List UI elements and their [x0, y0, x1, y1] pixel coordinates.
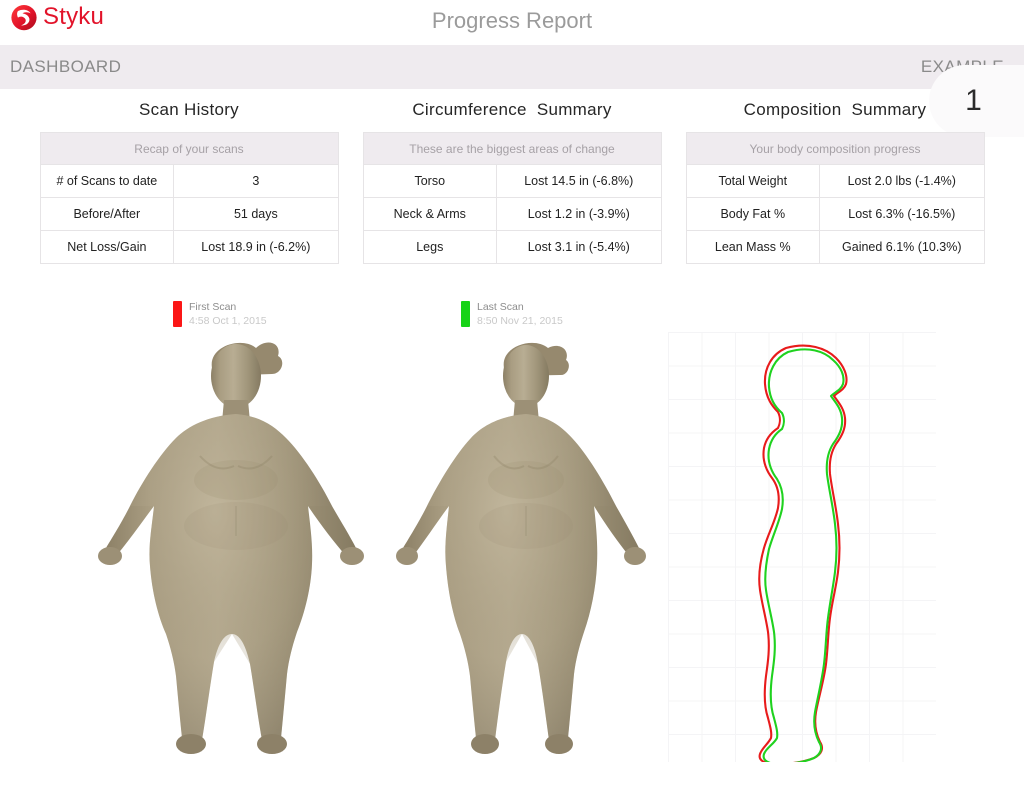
- table-subtitle: These are the biggest areas of change: [362, 132, 662, 165]
- row-label: Neck & Arms: [362, 197, 498, 231]
- legend-first-scan: First Scan 4:58 Oct 1, 2015: [173, 301, 267, 329]
- table-row: # of Scans to date 3: [39, 164, 339, 198]
- last-scan-color-swatch: [461, 301, 470, 327]
- row-value: Gained 6.1% (10.3%): [819, 230, 985, 264]
- body-avatar-icon: [98, 342, 364, 754]
- row-value: 51 days: [173, 197, 339, 231]
- last-scan-body-model[interactable]: [380, 330, 660, 760]
- last-scan-label: Last Scan: [477, 301, 524, 313]
- top-bar: Styku Progress Report: [0, 0, 1024, 45]
- last-scan-silhouette-outline: [762, 348, 845, 762]
- card-circumference-summary: Circumference Summary These are the bigg…: [362, 100, 662, 264]
- silhouette-comparison-panel[interactable]: [668, 332, 936, 762]
- table-row: Body Fat % Lost 6.3% (-16.5%): [685, 197, 985, 231]
- row-label: Body Fat %: [685, 197, 821, 231]
- card-scan-history: Scan History Recap of your scans # of Sc…: [39, 100, 339, 264]
- table-row: Net Loss/Gain Lost 18.9 in (-6.2%): [39, 230, 339, 264]
- first-scan-silhouette-outline: [758, 344, 848, 762]
- summary-cards: Scan History Recap of your scans # of Sc…: [0, 100, 1024, 264]
- card-title: Composition Summary: [743, 100, 927, 119]
- row-value: Lost 1.2 in (-3.9%): [496, 197, 662, 231]
- row-label: Torso: [362, 164, 498, 198]
- row-value: Lost 6.3% (-16.5%): [819, 197, 985, 231]
- row-label: Legs: [362, 230, 498, 264]
- row-value: Lost 14.5 in (-6.8%): [496, 164, 662, 198]
- silhouette-overlay-chart: [758, 344, 848, 762]
- table-subtitle-row: Recap of your scans: [39, 132, 339, 165]
- nav-item-dashboard[interactable]: DASHBOARD: [10, 57, 121, 77]
- page-title: Progress Report: [431, 8, 593, 33]
- nav-strip: DASHBOARD EXAMPLE 1: [0, 45, 1024, 137]
- table-subtitle-row: Your body composition progress: [685, 132, 985, 165]
- table-row: Neck & Arms Lost 1.2 in (-3.9%): [362, 197, 662, 231]
- row-label: # of Scans to date: [39, 164, 175, 198]
- row-value: Lost 3.1 in (-5.4%): [496, 230, 662, 264]
- table-subtitle: Your body composition progress: [685, 132, 985, 165]
- table-row: Lean Mass % Gained 6.1% (10.3%): [685, 230, 985, 264]
- row-label: Lean Mass %: [685, 230, 821, 264]
- last-scan-timestamp: 8:50 Nov 21, 2015: [477, 314, 563, 327]
- table-row: Torso Lost 14.5 in (-6.8%): [362, 164, 662, 198]
- row-value: Lost 18.9 in (-6.2%): [173, 230, 339, 264]
- progress-report-page: Styku Progress Report DASHBOARD EXAMPLE …: [0, 0, 1024, 787]
- table-subtitle-row: These are the biggest areas of change: [362, 132, 662, 165]
- first-scan-body-model[interactable]: [90, 330, 370, 760]
- row-value: 3: [173, 164, 339, 198]
- table-row: Legs Lost 3.1 in (-5.4%): [362, 230, 662, 264]
- first-scan-label: First Scan: [189, 301, 237, 313]
- row-label: Net Loss/Gain: [39, 230, 175, 264]
- body-avatar-icon: [396, 342, 646, 754]
- legend-last-scan: Last Scan 8:50 Nov 21, 2015: [461, 301, 563, 329]
- card-composition-summary: Composition Summary Your body compositio…: [685, 100, 985, 264]
- row-label: Total Weight: [685, 164, 821, 198]
- first-scan-timestamp: 4:58 Oct 1, 2015: [189, 314, 267, 327]
- row-value: Lost 2.0 lbs (-1.4%): [819, 164, 985, 198]
- scan-history-table: Recap of your scans # of Scans to date 3…: [39, 132, 339, 264]
- table-subtitle: Recap of your scans: [39, 132, 339, 165]
- table-row: Before/After 51 days: [39, 197, 339, 231]
- circumference-summary-table: These are the biggest areas of change To…: [362, 132, 662, 264]
- composition-summary-table: Your body composition progress Total Wei…: [685, 132, 985, 264]
- table-row: Total Weight Lost 2.0 lbs (-1.4%): [685, 164, 985, 198]
- card-title: Scan History: [139, 100, 239, 119]
- card-title: Circumference Summary: [412, 100, 612, 119]
- row-label: Before/After: [39, 197, 175, 231]
- first-scan-color-swatch: [173, 301, 182, 327]
